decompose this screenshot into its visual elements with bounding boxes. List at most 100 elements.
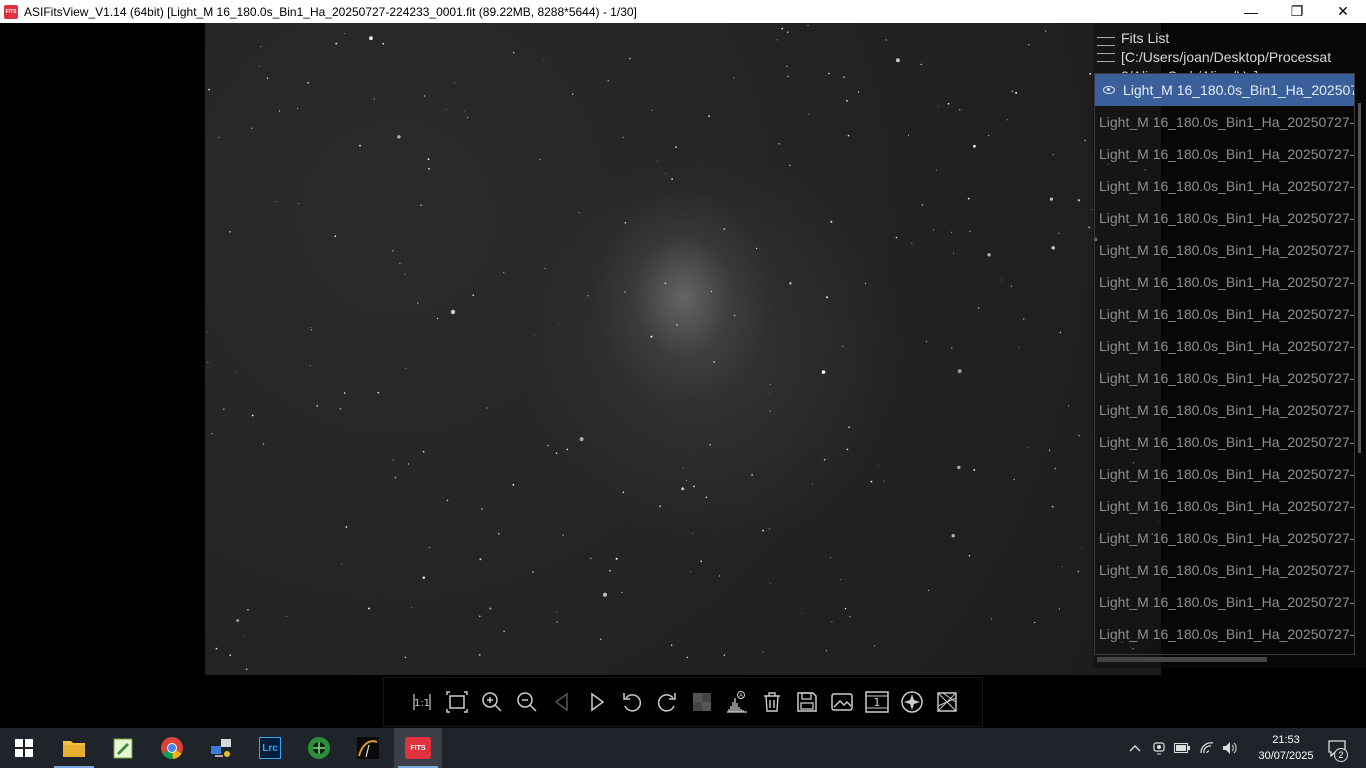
file-list-item[interactable]: Light_M 16_180.0s_Bin1_Ha_20250727- (1095, 266, 1354, 298)
file-list-item[interactable]: Light_M 16_180.0s_Bin1_Ha_20250727- (1095, 586, 1354, 618)
debayer-button[interactable] (684, 687, 719, 717)
star (260, 46, 262, 48)
taskbar-notepad[interactable] (99, 728, 147, 768)
start-button[interactable] (0, 728, 48, 768)
star (951, 534, 955, 538)
file-list-horizontal-scrollbar[interactable] (1097, 657, 1267, 662)
star (603, 592, 607, 597)
star (422, 576, 425, 579)
minimize-button[interactable]: — (1228, 0, 1274, 23)
star (599, 638, 602, 641)
file-list-item[interactable]: Light_M 16_180.0s_Bin1_Ha_20250727- (1095, 234, 1354, 266)
star (539, 158, 541, 161)
star (885, 39, 887, 41)
taskbar-lightroom-classic[interactable]: Lrc (246, 728, 294, 768)
file-list-item[interactable]: Light_M 16_180.0s_Bin1_Ha_20250727- (1095, 522, 1354, 554)
star (947, 103, 950, 105)
star (1048, 449, 1051, 451)
taskbar-astro-app[interactable] (295, 728, 343, 768)
file-list-item[interactable]: Light_M 16_180.0s_Bin1_Ha_20250727- (1095, 298, 1354, 330)
chrome-icon (161, 737, 183, 760)
pixinsight-icon (357, 737, 379, 759)
mosaic-button[interactable] (929, 687, 964, 717)
taskbar-pixinsight[interactable] (344, 728, 392, 768)
fits-list-title: Fits List [C:/Users/joan/Desktop/Process… (1121, 30, 1332, 84)
battery-icon[interactable] (1174, 740, 1190, 756)
star (609, 569, 612, 572)
star (258, 65, 260, 67)
star (921, 204, 924, 206)
fits-list-header: Fits List [C:/Users/joan/Desktop/Process… (1093, 23, 1366, 84)
star (543, 60, 545, 61)
star (762, 529, 764, 532)
file-list-item[interactable]: Light_M 16_180.0s_Bin1_Ha_20250727- (1095, 138, 1354, 170)
star (534, 334, 536, 336)
auto-stretch-button[interactable]: A (719, 687, 754, 717)
previous-arrow-icon (554, 692, 568, 712)
file-list-item[interactable]: Light_M 16_180.0s_Bin1_Ha_20250727- (1095, 458, 1354, 490)
file-list-item[interactable]: Light_M 16_180.0s_Bin1_Ha_20250727- (1095, 170, 1354, 202)
star (251, 414, 254, 417)
fit-window-icon (445, 691, 468, 713)
file-list-item-selected[interactable]: Light_M 16_180.0s_Bin1_Ha_202507 (1095, 74, 1354, 106)
star (286, 616, 288, 617)
file-list-item[interactable]: Light_M 16_180.0s_Bin1_Ha_20250727- (1095, 106, 1354, 138)
star (559, 322, 561, 324)
maximize-button[interactable]: ❐ (1274, 0, 1320, 23)
star (446, 499, 449, 502)
taskbar-asifitsview[interactable]: FITS (394, 728, 442, 768)
star (566, 448, 568, 451)
rotate-left-button[interactable] (614, 687, 649, 717)
file-list-item[interactable]: Light_M 16_180.0s_Bin1_Ha_20250727- (1095, 394, 1354, 426)
taskbar-chrome[interactable] (148, 728, 196, 768)
file-list-vertical-scrollbar[interactable] (1356, 73, 1364, 655)
file-list-item[interactable]: Light_M 16_180.0s_Bin1_Ha_20250727- (1095, 426, 1354, 458)
star (883, 480, 885, 482)
file-list-item[interactable]: Light_M 16_180.0s_Bin1_Ha_20250727- (1095, 202, 1354, 234)
star-annotate-button[interactable] (894, 687, 929, 717)
file-list-item[interactable]: Light_M 16_180.0s_Bin1_Ha_20250727- (1095, 330, 1354, 362)
rotate-right-button[interactable] (649, 687, 684, 717)
star (236, 619, 240, 622)
star (686, 479, 688, 481)
taskbar-network-app[interactable] (197, 728, 245, 768)
fit-window-button[interactable] (439, 687, 474, 717)
star (532, 571, 534, 573)
file-list-item[interactable]: Light_M 16_180.0s_Bin1_Ha_20250727- (1095, 554, 1354, 586)
star (621, 591, 623, 594)
image-view-button[interactable] (824, 687, 859, 717)
previous-image-button[interactable] (544, 687, 579, 717)
star (624, 291, 626, 293)
star (776, 39, 778, 41)
star (1028, 44, 1030, 46)
file-list-item[interactable]: Light_M 16_180.0s_Bin1_Ha_20250727- (1095, 362, 1354, 394)
star (664, 173, 666, 174)
delete-button[interactable] (754, 687, 789, 717)
star (778, 143, 780, 145)
star (821, 370, 826, 374)
save-button[interactable] (789, 687, 824, 717)
show-hidden-icons-chevron-icon[interactable] (1127, 740, 1143, 756)
volume-icon[interactable] (1222, 740, 1238, 756)
wifi-icon[interactable] (1199, 740, 1215, 756)
star (659, 505, 661, 508)
star (935, 169, 937, 171)
zoom-in-button[interactable] (474, 687, 509, 717)
actual-size-button[interactable]: 1:1 (404, 687, 439, 717)
taskbar-file-explorer[interactable] (50, 728, 98, 768)
frame-number-button[interactable]: 1 (859, 687, 894, 717)
star (723, 228, 726, 230)
zoom-out-button[interactable] (509, 687, 544, 717)
list-menu-icon[interactable] (1097, 33, 1121, 65)
webcam-tray-icon[interactable] (1151, 740, 1167, 756)
actual-size-icon: 1:1 (412, 694, 431, 710)
star (686, 656, 689, 659)
next-image-button[interactable] (579, 687, 614, 717)
star (622, 491, 625, 494)
file-list-item[interactable]: Light_M 16_180.0s_Bin1_Ha_20250727- (1095, 490, 1354, 522)
close-button[interactable]: ✕ (1320, 0, 1366, 23)
fits-image-canvas[interactable] (205, 23, 1161, 675)
star (1077, 570, 1080, 573)
system-clock[interactable]: 21:53 30/07/2025 (1256, 732, 1316, 764)
file-list-item[interactable]: Light_M 16_180.0s_Bin1_Ha_20250727- (1095, 618, 1354, 650)
